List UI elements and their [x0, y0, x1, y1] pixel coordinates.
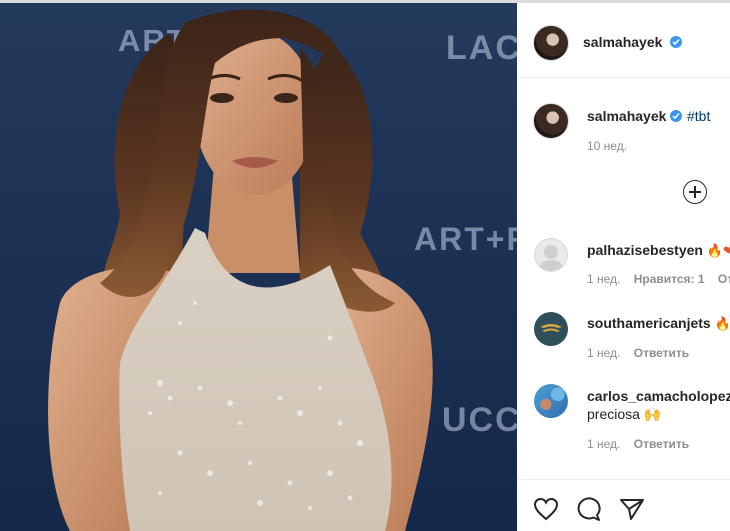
- photo-illustration: [48, 9, 433, 531]
- commenter-avatar[interactable]: [534, 238, 568, 272]
- comment-meta: 1 нед. Ответить: [587, 437, 699, 451]
- comment-time[interactable]: 1 нед.: [587, 272, 620, 286]
- jets-logo-icon: [540, 324, 562, 332]
- reply-button[interactable]: Ответить: [634, 437, 689, 451]
- author-avatar[interactable]: [533, 25, 569, 61]
- caption-hashtag[interactable]: #tbt: [687, 108, 710, 124]
- comment-text: 🔥❤: [706, 244, 730, 259]
- comment-text: preciosa 🙌: [587, 406, 661, 423]
- heart-icon[interactable]: [533, 497, 559, 521]
- comment-meta: 1 нед. Нравится: 1 От: [587, 272, 730, 286]
- reply-button[interactable]: Ответить: [634, 346, 689, 360]
- comment-username[interactable]: palhazisebestyen: [587, 242, 703, 258]
- post-side-panel: salmahayek salmahayek #tbt 10 нед. palha…: [517, 3, 730, 531]
- caption-author-avatar[interactable]: [533, 103, 569, 139]
- verified-badge-icon: [670, 36, 682, 48]
- actions-divider: [517, 479, 730, 480]
- commenter-avatar[interactable]: [534, 312, 568, 346]
- commenter-avatar[interactable]: [534, 384, 568, 418]
- comment-username-row: carlos_camacholopez: [587, 388, 730, 404]
- paper-plane-icon[interactable]: [619, 497, 645, 521]
- author-username[interactable]: salmahayek: [583, 34, 662, 50]
- comment-meta: 1 нед. Ответить: [587, 346, 699, 360]
- comment-time[interactable]: 1 нед.: [587, 437, 620, 451]
- plus-circle-icon[interactable]: [683, 180, 707, 204]
- post-photo[interactable]: ART+ LACM ART+FI UCC: [0, 3, 517, 531]
- comment-time[interactable]: 1 нед.: [587, 346, 620, 360]
- comment-username[interactable]: carlos_camacholopez: [587, 388, 730, 404]
- comment-text-content: preciosa 🙌: [587, 406, 662, 422]
- comment-row: southamericanjets 🔥: [587, 315, 730, 332]
- post-time[interactable]: 10 нед.: [587, 139, 627, 153]
- reply-button[interactable]: От: [718, 272, 730, 286]
- caption-author-username[interactable]: salmahayek: [587, 108, 666, 124]
- verified-badge-icon: [670, 110, 682, 122]
- comment-row: palhazisebestyen 🔥❤: [587, 242, 730, 259]
- header-divider: [517, 77, 730, 78]
- comment-username[interactable]: southamericanjets: [587, 315, 711, 331]
- comment-likes[interactable]: Нравится: 1: [634, 272, 705, 286]
- comment-icon[interactable]: [576, 497, 602, 521]
- comment-text: 🔥: [714, 317, 730, 332]
